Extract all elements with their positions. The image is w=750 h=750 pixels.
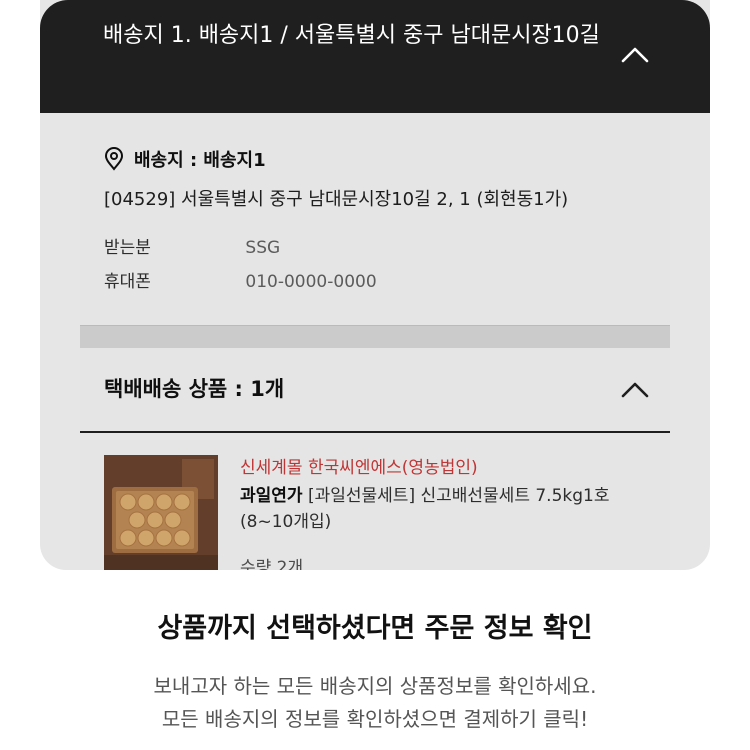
- receiver-label: 받는분: [104, 238, 151, 258]
- section-divider: [80, 325, 670, 348]
- address-panel: 배송지 : 배송지1 [04529] 서울특별시 중구 남대문시장10길 2, …: [80, 113, 670, 570]
- header-title: 배송지 1. 배송지1 / 서울특별시 중구 남대문시장10길: [103, 23, 600, 48]
- product-quantity: 수량 2개: [240, 558, 304, 570]
- product-image[interactable]: [104, 455, 218, 570]
- receiver-value: SSG: [245, 238, 281, 258]
- phone-value: 010-0000-0000: [245, 272, 377, 292]
- delivery-section-title[interactable]: 택배배송 상품 : 1개: [104, 373, 284, 403]
- address-line: [04529] 서울특별시 중구 남대문시장10길 2, 1 (회현동1가): [104, 189, 569, 210]
- caption-line-2: 모든 배송지의 정보를 확인하셨으면 결제하기 클릭!: [161, 707, 589, 731]
- caption-headline: 상품까지 선택하셨다면 주문 정보 확인: [157, 613, 593, 644]
- address-title-text: 배송지 : 배송지1: [134, 150, 266, 171]
- shipping-address-header[interactable]: 배송지 1. 배송지1 / 서울특별시 중구 남대문시장10길: [40, 0, 710, 113]
- caption-line-1: 보내고자 하는 모든 배송지의 상품정보를 확인하세요.: [153, 674, 597, 698]
- caption-subtext: 보내고자 하는 모든 배송지의 상품정보를 확인하세요. 모든 배송지의 정보를…: [0, 670, 750, 736]
- location-pin-icon: [104, 147, 124, 171]
- product-brand: 과일연가: [240, 486, 303, 506]
- chevron-up-icon[interactable]: [618, 40, 652, 70]
- phone-label: 휴대폰: [104, 272, 151, 292]
- product-name[interactable]: 과일연가 [과일선물세트] 신고배선물세트 7.5kg1호 (8~10개입): [240, 483, 650, 535]
- section-underline: [80, 431, 670, 433]
- product-seller[interactable]: 신세계몰 한국씨엔에스(영농법인): [240, 453, 478, 478]
- chevron-up-icon[interactable]: [618, 375, 652, 405]
- address-title: 배송지 : 배송지1: [104, 146, 266, 172]
- phone-row: 휴대폰 010-0000-0000: [104, 267, 377, 292]
- phone-screen: 배송지 1. 배송지1 / 서울특별시 중구 남대문시장10길 배송지 : 배송…: [40, 0, 710, 570]
- receiver-row: 받는분 SSG: [104, 233, 280, 258]
